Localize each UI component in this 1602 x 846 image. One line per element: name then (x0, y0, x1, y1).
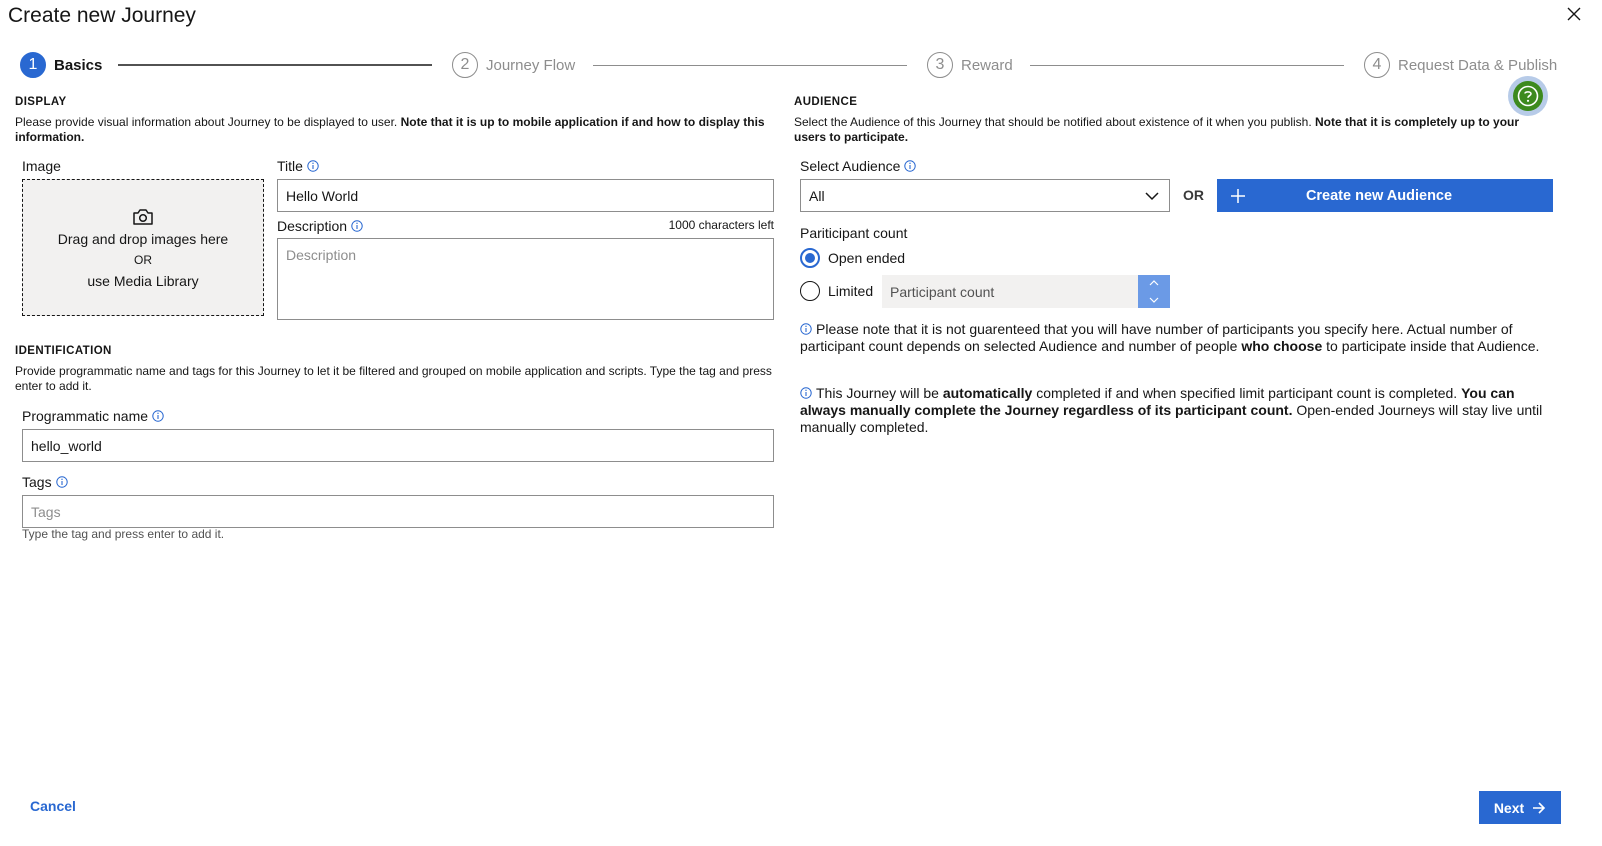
create-audience-label: Create new Audience (1305, 187, 1453, 204)
radio-label: Limited (828, 283, 874, 299)
info-icon[interactable] (55, 476, 68, 488)
cancel-button[interactable]: Cancel (30, 798, 76, 814)
step-number: 4 (1364, 52, 1390, 78)
info-icon (800, 387, 812, 399)
step-request-data-publish[interactable]: 4 Request Data & Publish (1364, 52, 1557, 78)
dropzone-text: Drag and drop images here (57, 230, 229, 247)
arrow-right-icon (1533, 801, 1546, 814)
or-divider: OR (1183, 187, 1204, 203)
dialog-title: Create new Journey (8, 4, 196, 27)
increment-button[interactable] (1138, 275, 1170, 292)
step-label: Journey Flow (486, 56, 576, 74)
next-label: Next (1493, 799, 1525, 816)
section-title-audience: AUDIENCE (794, 96, 858, 108)
tags-input[interactable]: Tags (22, 495, 774, 528)
step-connector (1030, 65, 1344, 66)
camera-icon (133, 208, 153, 225)
audience-select[interactable]: All (800, 179, 1170, 212)
step-connector (593, 65, 907, 66)
select-audience-label: Select Audience (800, 158, 917, 174)
step-connector (118, 64, 432, 66)
radio-limited[interactable]: Limited (800, 281, 873, 301)
close-icon (1567, 7, 1581, 21)
radio-label: Open ended (828, 250, 906, 266)
create-audience-button[interactable]: Create new Audience (1217, 179, 1553, 212)
help-button[interactable] (1508, 76, 1548, 116)
participant-note: Please note that it is not guarenteed th… (800, 321, 1540, 354)
radio-button[interactable] (800, 281, 820, 301)
description-label: Description (277, 218, 363, 234)
step-label: Basics (54, 56, 103, 74)
step-label: Request Data & Publish (1398, 56, 1558, 74)
dropzone-or: OR (134, 252, 152, 267)
progress-stepper: 1 Basics 2 Journey Flow 3 Reward 4 Reque… (20, 52, 1590, 80)
tags-helper-text: Type the tag and press enter to add it. (22, 527, 225, 541)
radio-open-ended[interactable]: Open ended (800, 248, 905, 268)
participant-count-label: Pariticipant count (800, 225, 908, 241)
number-stepper (1138, 275, 1170, 308)
step-number: 1 (20, 52, 46, 78)
participant-count-input[interactable]: Participant count (882, 275, 1170, 308)
image-label: Image (22, 158, 61, 174)
step-journey-flow[interactable]: 2 Journey Flow (452, 52, 575, 78)
programmatic-name-input[interactable]: hello_world (22, 429, 774, 462)
decrement-button[interactable] (1138, 292, 1170, 309)
chevron-down-icon (1149, 297, 1159, 303)
info-icon (800, 323, 812, 335)
plus-icon (1231, 188, 1245, 203)
help-icon (1517, 85, 1539, 107)
info-icon[interactable] (152, 410, 164, 422)
audience-select-value: All (809, 187, 825, 204)
section-desc-display: Please provide visual information about … (15, 115, 765, 144)
info-icon[interactable] (904, 160, 917, 172)
close-button[interactable] (1566, 6, 1588, 28)
image-dropzone[interactable]: Drag and drop images here OR use Media L… (22, 179, 264, 316)
section-desc-audience: Select the Audience of this Journey that… (794, 115, 1520, 144)
completion-note: This Journey will be automatically compl… (800, 385, 1543, 435)
title-label: Title (277, 158, 319, 174)
chevron-up-icon (1149, 280, 1159, 286)
section-desc-identification: Provide programmatic name and tags for t… (15, 364, 772, 393)
radio-button[interactable] (800, 248, 820, 268)
step-basics[interactable]: 1 Basics (20, 52, 102, 78)
info-icon[interactable] (307, 160, 319, 172)
info-icon[interactable] (351, 220, 363, 232)
step-number: 3 (927, 52, 953, 78)
participant-count-placeholder: Participant count (890, 283, 995, 300)
step-number: 2 (452, 52, 478, 78)
description-char-counter: 1000 characters left (668, 218, 774, 232)
step-reward[interactable]: 3 Reward (927, 52, 1013, 78)
step-label: Reward (961, 56, 1013, 74)
description-textarea[interactable]: Description (277, 238, 774, 320)
media-library-link[interactable]: use Media Library (87, 273, 198, 289)
title-input[interactable]: Hello World (277, 179, 774, 212)
section-title-display: DISPLAY (15, 96, 67, 108)
chevron-down-icon (1145, 191, 1159, 200)
section-title-identification: IDENTIFICATION (15, 345, 112, 357)
programmatic-name-label: Programmatic name (22, 408, 164, 424)
tags-label: Tags (22, 474, 68, 490)
next-button[interactable]: Next (1479, 791, 1561, 824)
